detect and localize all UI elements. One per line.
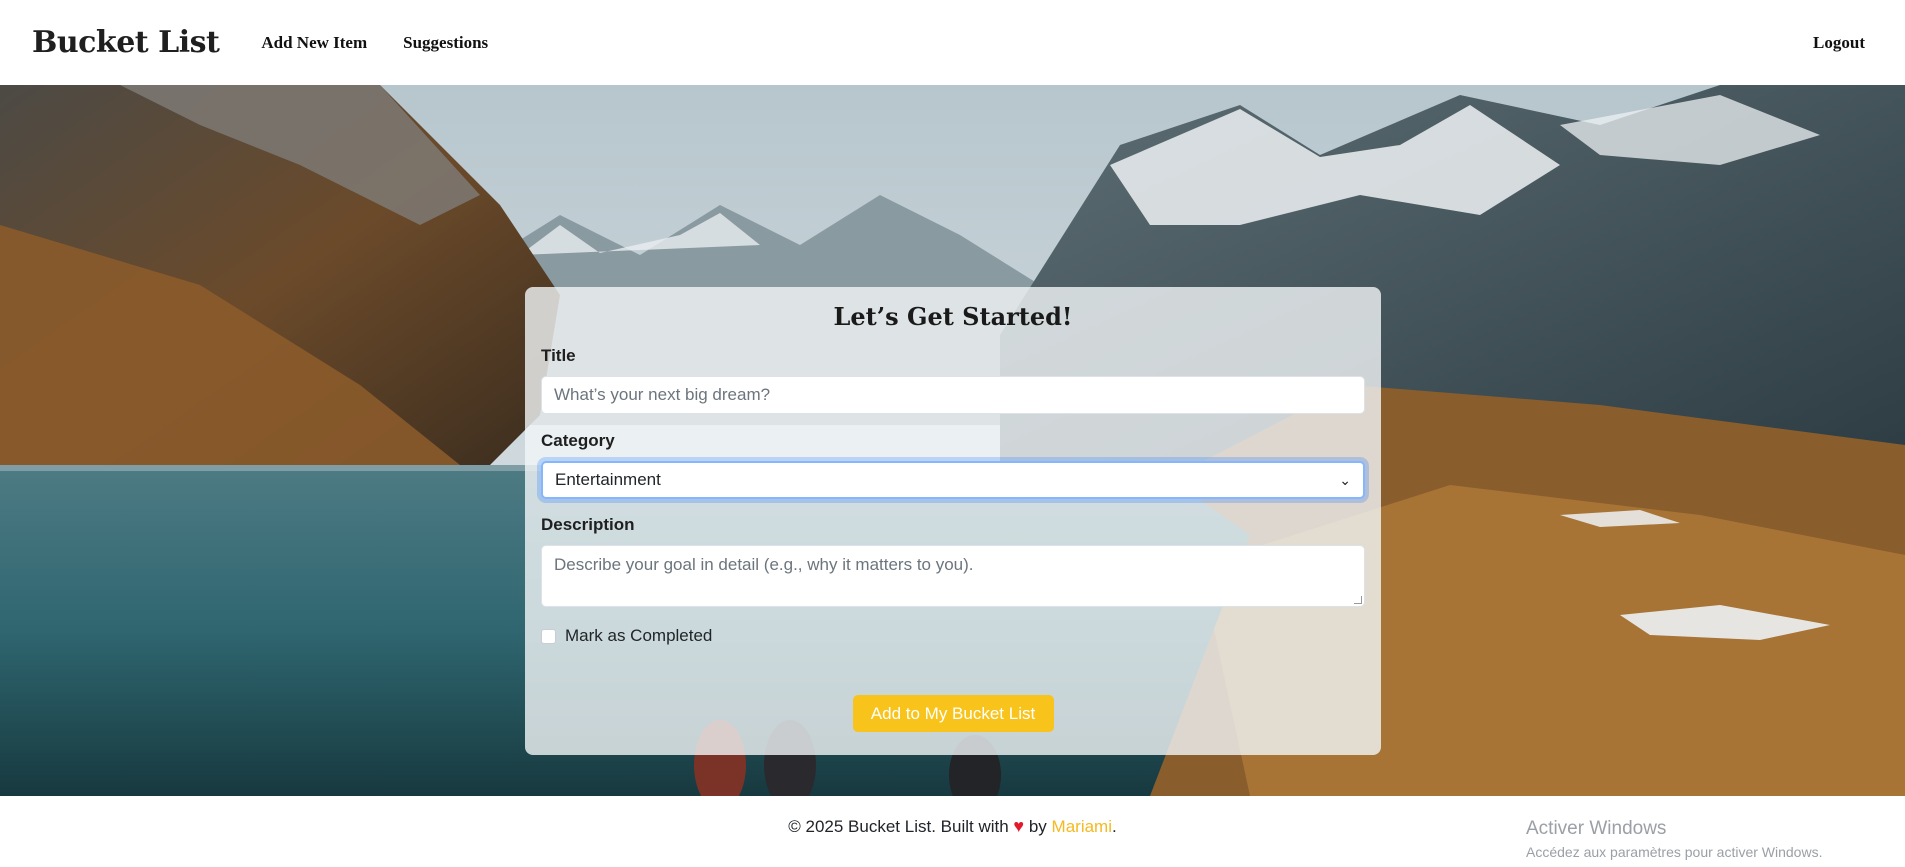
nav-links: Add New Item Suggestions — [261, 33, 488, 53]
add-to-bucket-list-button[interactable]: Add to My Bucket List — [852, 695, 1054, 732]
form-heading: Let’s Get Started! — [833, 302, 1073, 331]
category-select[interactable]: Entertainment ⌄ — [541, 461, 1365, 499]
logout-link[interactable]: Logout — [1813, 33, 1865, 53]
nav-add-new-item[interactable]: Add New Item — [261, 33, 367, 53]
brand-logo[interactable]: Bucket List — [32, 25, 220, 60]
title-label: Title — [541, 346, 576, 365]
nav-suggestions[interactable]: Suggestions — [403, 33, 488, 53]
watermark-title: Activer Windows — [1526, 818, 1667, 839]
category-label: Category — [541, 431, 615, 450]
chevron-down-icon: ⌄ — [1339, 472, 1351, 488]
completed-label[interactable]: Mark as Completed — [565, 626, 712, 646]
heart-icon: ♥ — [1013, 816, 1025, 836]
footer-by: by — [1028, 817, 1047, 836]
resize-handle-icon[interactable] — [1354, 596, 1362, 604]
author-link[interactable]: Mariami — [1052, 817, 1112, 836]
description-placeholder: Describe your goal in detail (e.g., why … — [554, 555, 974, 574]
footer-copyright: © 2025 Bucket List. Built with — [788, 817, 1009, 836]
completed-row: Mark as Completed — [541, 625, 1365, 647]
description-label: Description — [541, 515, 635, 534]
footer-suffix: . — [1112, 817, 1117, 836]
watermark-subtitle: Accédez aux paramètres pour activer Wind… — [1526, 844, 1823, 860]
add-item-form: Let’s Get Started! Title Category Entert… — [525, 287, 1381, 755]
category-selected-value: Entertainment — [555, 470, 661, 489]
completed-checkbox[interactable] — [541, 628, 556, 644]
footer: © 2025 Bucket List. Built with ♥ by Mari… — [0, 796, 1905, 867]
navbar: Bucket List Add New Item Suggestions Log… — [0, 0, 1905, 85]
title-input[interactable] — [541, 376, 1365, 414]
windows-activation-watermark: Activer Windows Accédez aux paramètres p… — [1526, 818, 1822, 860]
description-textarea[interactable]: Describe your goal in detail (e.g., why … — [541, 545, 1365, 607]
